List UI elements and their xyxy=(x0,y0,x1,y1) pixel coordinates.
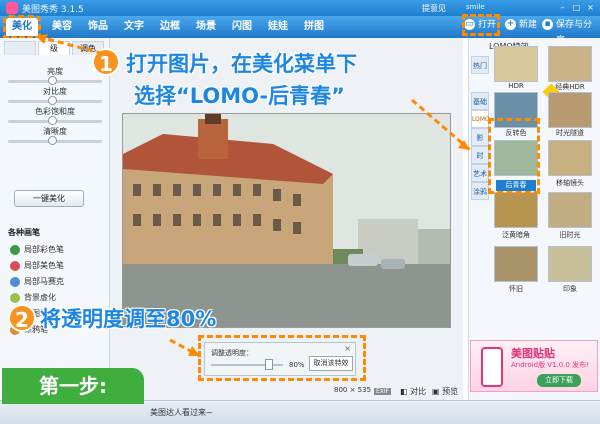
arrow-to-effect xyxy=(411,98,471,152)
arrow-to-beautify-tab xyxy=(35,34,113,58)
tutorial-arrows xyxy=(35,34,471,358)
arrowhead xyxy=(36,34,48,44)
